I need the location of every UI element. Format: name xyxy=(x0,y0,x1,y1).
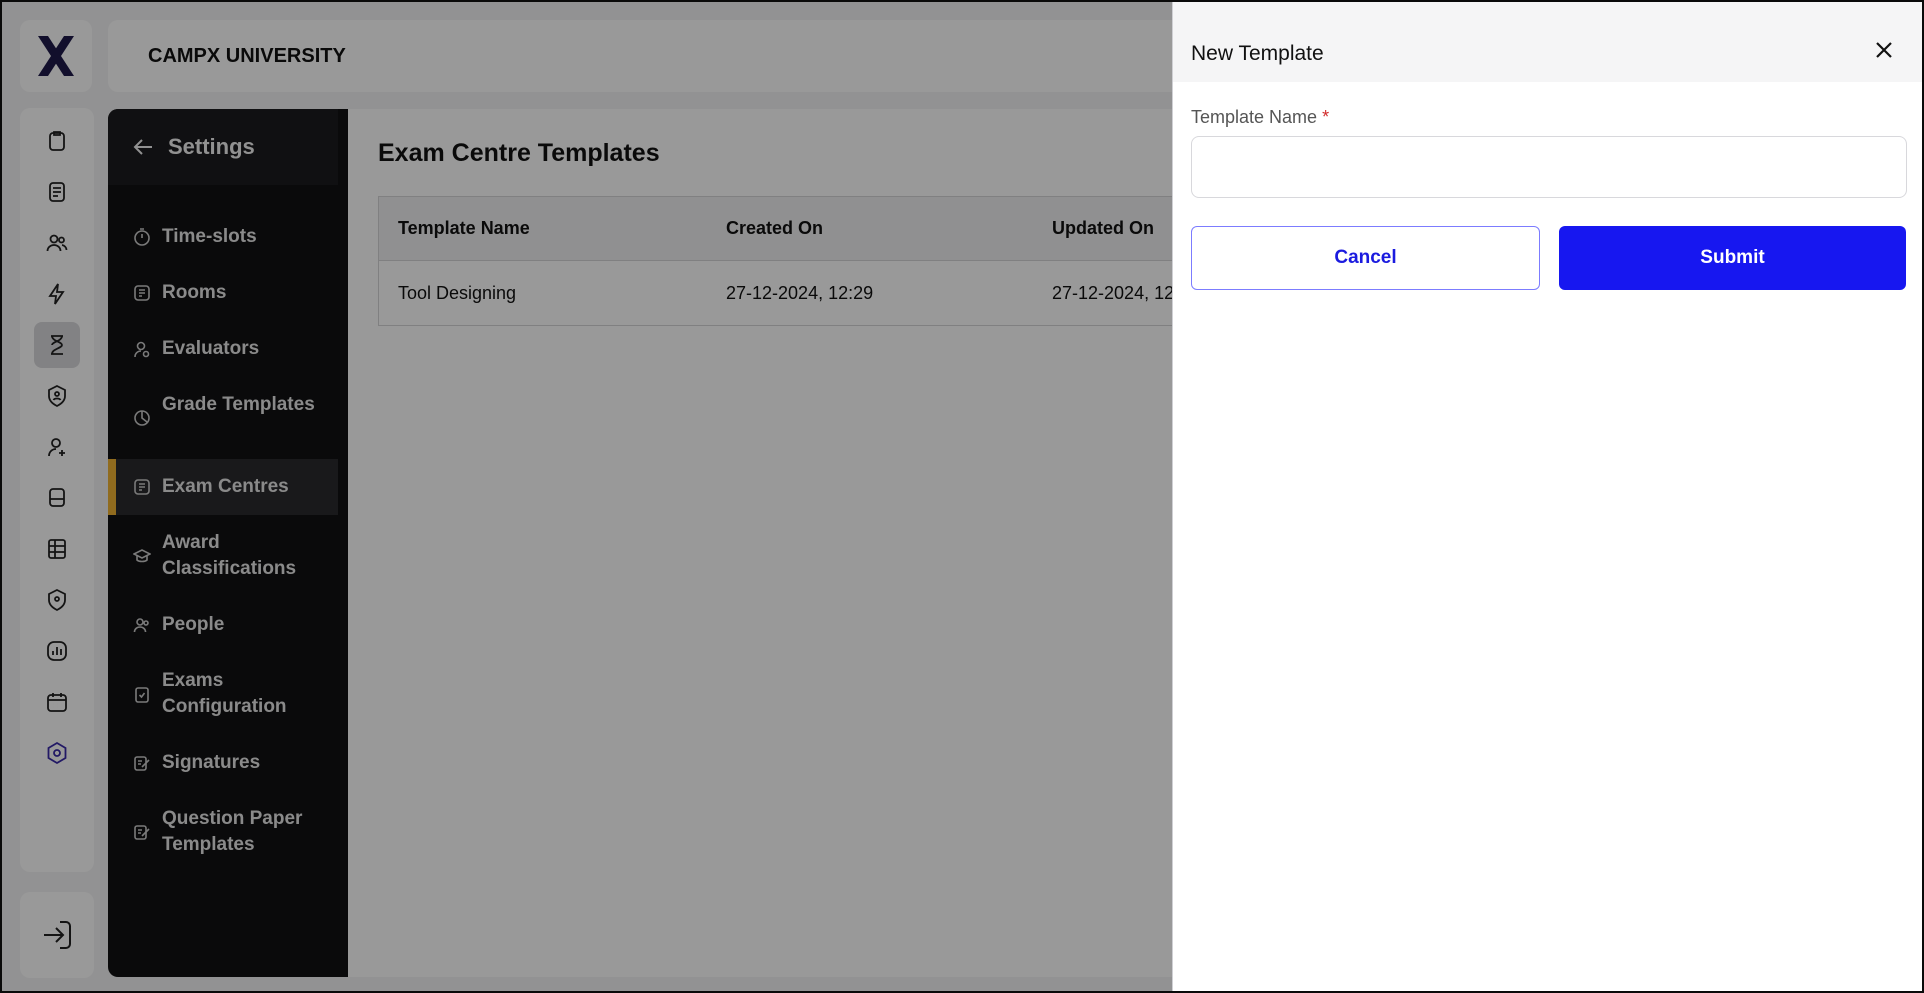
close-icon xyxy=(1876,42,1892,58)
template-name-label: Template Name * xyxy=(1191,107,1329,128)
cancel-button[interactable]: Cancel xyxy=(1191,226,1540,290)
field-label-text: Template Name xyxy=(1191,107,1318,127)
submit-button[interactable]: Submit xyxy=(1559,226,1906,290)
drawer-title: New Template xyxy=(1191,42,1324,65)
template-name-input[interactable] xyxy=(1191,136,1907,198)
close-button[interactable] xyxy=(1872,38,1896,62)
drawer-header: New Template xyxy=(1173,2,1922,82)
required-mark: * xyxy=(1322,107,1330,127)
new-template-drawer: New Template Template Name * Cancel Subm… xyxy=(1172,2,1922,991)
